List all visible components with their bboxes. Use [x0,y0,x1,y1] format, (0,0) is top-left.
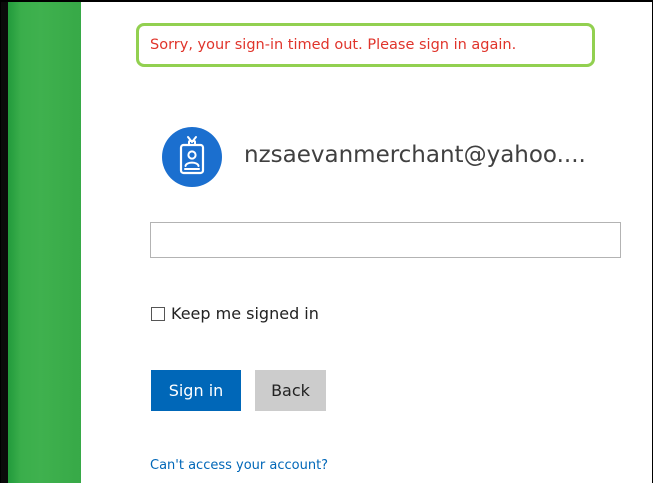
keep-signed-in-row[interactable]: Keep me signed in [151,304,319,323]
side-stripe [1,2,81,483]
error-message-box: Sorry, your sign-in timed out. Please si… [136,23,595,67]
avatar [162,127,222,187]
id-badge-icon [174,135,210,180]
cant-access-account-link[interactable]: Can't access your account? [150,458,328,473]
account-email[interactable]: nzsaevanmerchant@yahoo.... [244,142,586,168]
keep-signed-in-checkbox[interactable] [151,306,165,321]
keep-signed-in-label[interactable]: Keep me signed in [171,304,319,323]
side-edge [1,2,8,483]
sign-in-button[interactable]: Sign in [151,370,241,411]
back-button[interactable]: Back [255,370,326,411]
error-message: Sorry, your sign-in timed out. Please si… [150,37,517,53]
sign-in-page: Sorry, your sign-in timed out. Please si… [0,0,653,483]
password-input[interactable] [150,222,621,258]
